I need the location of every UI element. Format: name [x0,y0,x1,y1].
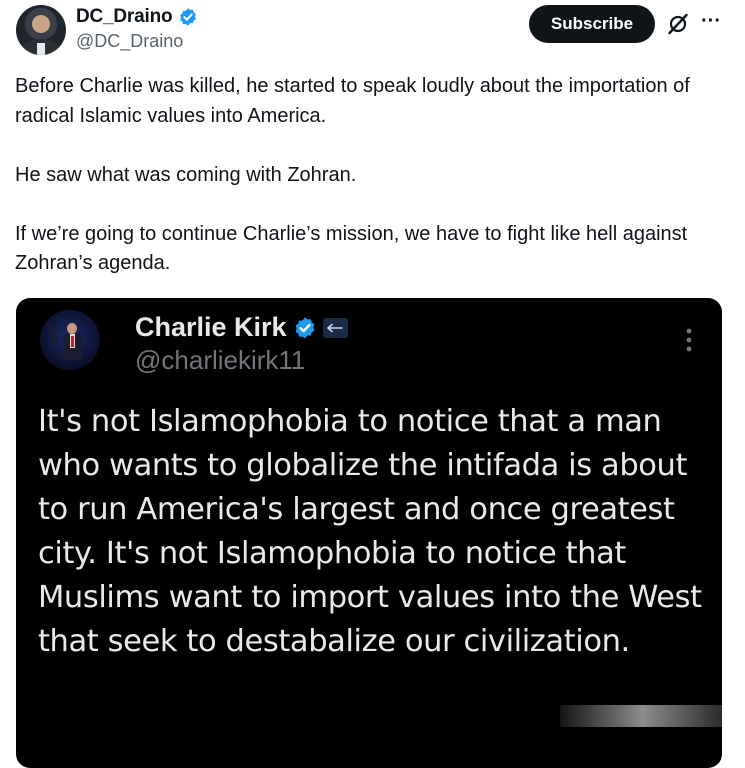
affiliate-arrow-icon [327,323,343,332]
author-display-name[interactable]: DC_Draino [76,6,173,28]
quoted-post-card[interactable]: Charlie Kirk @charliekirk11 It's not Isl… [16,298,722,768]
vertical-more-icon[interactable] [679,326,699,354]
post-paragraph: He saw what was coming with Zohran. [15,163,357,186]
author-name-row: DC_Draino [76,6,198,28]
watermark [560,705,726,727]
grok-icon[interactable] [666,12,690,36]
avatar-collar [37,43,45,55]
quoted-name-row: Charlie Kirk [135,312,348,343]
author-avatar[interactable] [16,5,66,55]
post-body: Before Charlie was killed, he started to… [15,72,725,308]
verified-badge-icon[interactable] [293,316,317,340]
subscribe-button[interactable]: Subscribe [529,5,655,43]
avatar-figure-arm [46,321,58,345]
quoted-post-text: It's not Islamophobia to notice that a m… [38,404,702,659]
post-paragraph: Before Charlie was killed, he started to… [15,75,690,127]
quoted-display-name[interactable]: Charlie Kirk [135,312,287,343]
post-paragraph: If we’re going to continue Charlie’s mis… [15,222,688,275]
verified-badge-icon[interactable] [178,7,198,27]
avatar-figure-head [67,323,77,334]
quoted-author-avatar[interactable] [40,310,100,370]
more-icon[interactable]: ··· [699,10,723,34]
author-handle[interactable]: @DC_Draino [76,31,183,52]
quoted-handle[interactable]: @charliekirk11 [135,345,305,376]
avatar-figure-tie [71,336,74,347]
affiliate-badge-icon[interactable] [322,317,348,338]
